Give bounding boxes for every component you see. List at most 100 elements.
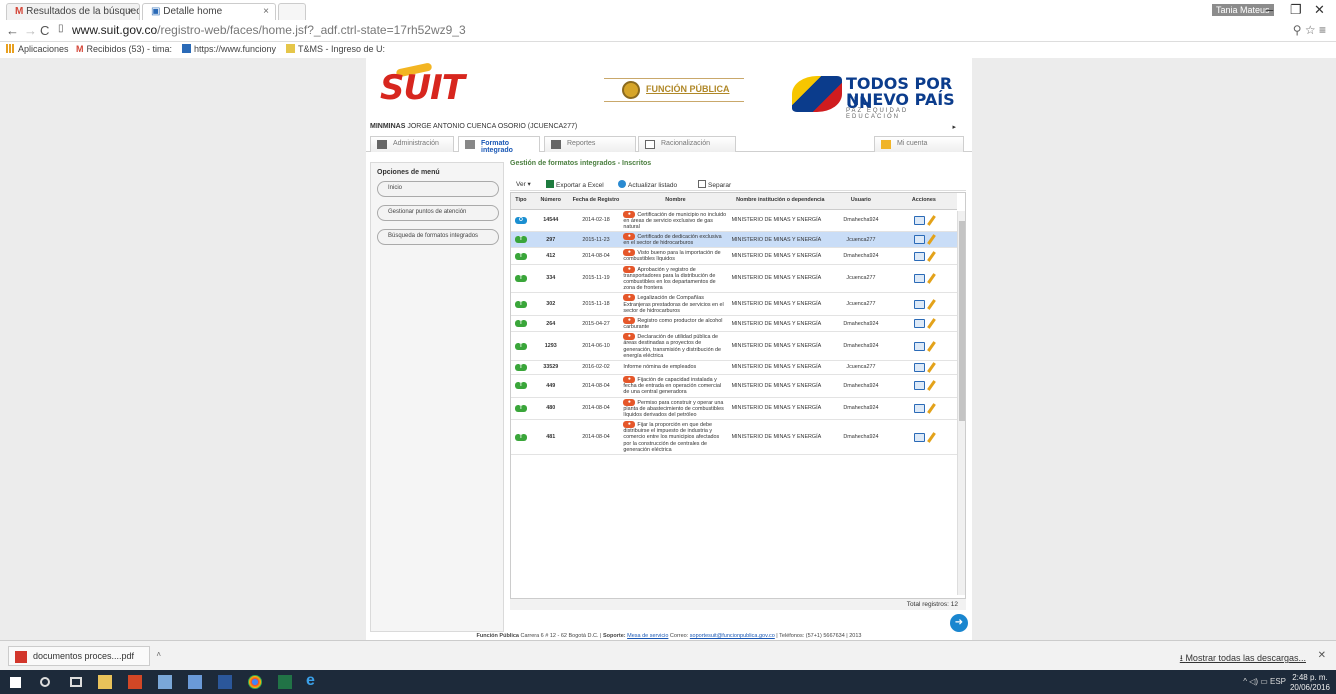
col-institucion[interactable]: Nombre institución o dependencia (729, 193, 832, 210)
tab-mi-cuenta[interactable]: Mi cuenta (874, 136, 964, 152)
view-form-icon[interactable] (914, 432, 926, 442)
word-icon[interactable] (218, 675, 232, 689)
app-icon[interactable] (158, 675, 172, 689)
col-fecha[interactable]: Fecha de Registro (570, 193, 622, 210)
view-form-icon[interactable] (914, 299, 926, 309)
col-numero[interactable]: Número (530, 193, 571, 210)
search-icon[interactable] (40, 677, 50, 687)
detach-button[interactable]: Separar (698, 180, 731, 189)
forward-icon[interactable]: → (24, 23, 37, 38)
profile-name[interactable]: Tania Mateus (1212, 4, 1274, 16)
bookmark-apps[interactable]: Aplicaciones (6, 44, 69, 54)
chevron-up-icon[interactable]: ˄ (156, 650, 161, 659)
new-tab-button[interactable] (278, 3, 306, 20)
tab-administracion[interactable]: Administración (370, 136, 454, 152)
close-downloads-icon[interactable]: ✕ (1318, 650, 1326, 661)
task-view-icon[interactable] (70, 677, 82, 687)
edit-pencil-icon[interactable] (927, 214, 937, 226)
suit-logo[interactable]: SUIT (380, 68, 465, 108)
table-row[interactable]: T 302 2015-11-18 ● Legalización de Compañías… (511, 292, 957, 316)
bookmarks-bar: Aplicaciones M Recibidos (53) - tima: htt… (0, 42, 1336, 58)
zoom-star-menu-icons[interactable]: ⚲ ☆ ≡ (1293, 23, 1326, 37)
table-row[interactable]: T 1293 2014-06-10 ● Declaración de utilidad … (511, 331, 957, 362)
col-usuario[interactable]: Usuario (831, 193, 891, 210)
tab-reportes[interactable]: Reportes (544, 136, 636, 152)
col-nombre[interactable]: Nombre (621, 193, 730, 210)
menu-gestionar-puntos-button[interactable]: Gestionar puntos de atención (377, 205, 499, 221)
funcion-publica-logo[interactable]: FUNCIÓN PÚBLICA (604, 78, 744, 102)
menu-busqueda-formatos-button[interactable]: Búsqueda de formatos integrados (377, 229, 499, 245)
tab-racionalizacion[interactable]: Racionalización (638, 136, 736, 152)
file-explorer-icon[interactable] (98, 675, 112, 689)
close-icon[interactable]: × (127, 6, 133, 17)
browser-tab-search-results[interactable]: M Resultados de la búsqued × (6, 3, 140, 20)
download-item[interactable]: documentos proces....pdf ˄ (8, 646, 161, 666)
cell-acciones (890, 209, 957, 233)
support-link[interactable]: Mesa de servicio (627, 633, 668, 639)
table-scrollbar[interactable] (957, 211, 965, 595)
excel-icon[interactable] (278, 675, 292, 689)
view-form-icon[interactable] (914, 363, 926, 373)
view-menu[interactable]: Ver ▾ (516, 180, 531, 188)
email-link[interactable]: soportesuit@funcionpublica.gov.co (690, 633, 775, 639)
view-form-icon[interactable] (914, 235, 926, 245)
view-form-icon[interactable] (914, 251, 926, 261)
clock[interactable]: 2:48 p. m. 20/06/2016 (1290, 673, 1330, 692)
nombre-text: Aprobación y registro de transportadores… (623, 266, 716, 292)
table-row[interactable]: T 264 2015-04-27 ● Registro como productor d… (511, 315, 957, 333)
tab-formato-integrado[interactable]: Formato integrado (458, 136, 540, 154)
user-expand-arrow[interactable]: ▸ (952, 123, 956, 131)
view-form-icon[interactable] (914, 319, 926, 329)
table-row[interactable]: T 480 2014-08-04 ● Permiso para construir y … (511, 397, 957, 421)
table-row[interactable]: T 481 2014-08-04 ● Fijar la proporción en qu… (511, 419, 957, 456)
edit-pencil-icon[interactable] (927, 318, 937, 329)
bookmark-funcion[interactable]: https://www.funciony (182, 44, 276, 54)
internet-explorer-icon[interactable]: e (306, 672, 320, 689)
table-row[interactable]: O 14544 2014-02-18 ● Certificación de munici… (511, 209, 957, 233)
reload-icon[interactable]: C (40, 23, 49, 38)
table-row[interactable]: T 297 2015-11-23 ● Certificado de dedicación… (511, 231, 957, 249)
powerpoint-icon[interactable] (128, 675, 142, 689)
edit-pencil-icon[interactable] (927, 380, 937, 392)
refresh-button[interactable]: Actualizar listado (618, 180, 677, 189)
table-row[interactable]: T 412 2014-08-04 ● Visto bueno para la impor… (511, 247, 957, 265)
bookmark-tms[interactable]: T&MS - Ingreso de U: (286, 44, 385, 54)
system-tray[interactable]: ^ ◁) ▭ ESP (1243, 677, 1286, 686)
minimize-icon[interactable]: – (1266, 2, 1273, 17)
windows-start-icon[interactable] (10, 677, 21, 688)
view-form-icon[interactable] (914, 274, 926, 284)
menu-inicio-button[interactable]: Inicio (377, 181, 499, 197)
view-form-icon[interactable] (914, 215, 926, 225)
edit-pencil-icon[interactable] (927, 250, 937, 262)
view-form-icon[interactable] (914, 381, 926, 391)
tab-label: Reportes (567, 140, 596, 147)
up-arrow-button[interactable]: ➜ (950, 614, 968, 632)
close-icon[interactable]: × (263, 6, 269, 17)
edit-pencil-icon[interactable] (927, 298, 937, 310)
url-field[interactable]: www.suit.gov.co/registro-web/faces/home.… (72, 23, 466, 37)
table-row[interactable]: T 33529 2016-02-02 Informe nómina de emplea… (511, 360, 957, 376)
edit-pencil-icon[interactable] (927, 362, 937, 373)
edit-pencil-icon[interactable] (927, 402, 937, 414)
view-form-icon[interactable] (914, 341, 926, 351)
app2-icon[interactable] (188, 675, 202, 689)
edit-pencil-icon[interactable] (927, 234, 937, 246)
col-acciones[interactable]: Acciones (890, 193, 957, 210)
export-excel-button[interactable]: Exportar a Excel (546, 180, 604, 189)
scrollbar-thumb[interactable] (959, 221, 965, 421)
table-row[interactable]: T 334 2015-11-19 ● Aprobación y registro de … (511, 264, 957, 294)
chrome-icon[interactable] (248, 675, 262, 689)
back-icon[interactable]: ← (6, 23, 19, 38)
show-all-downloads-link[interactable]: ⭳ Mostrar todas las descargas... (1180, 651, 1306, 667)
view-form-icon[interactable] (914, 403, 926, 413)
edit-pencil-icon[interactable] (927, 340, 937, 352)
col-tipo[interactable]: Tipo (511, 193, 531, 210)
window-close-icon[interactable]: ✕ (1314, 2, 1325, 18)
bookmark-gmail[interactable]: M Recibidos (53) - tima: (76, 44, 172, 54)
edit-pencil-icon[interactable] (927, 273, 937, 284)
language-indicator[interactable]: ESP (1270, 677, 1286, 686)
browser-tab-detalle-home[interactable]: ▣ Detalle home × (142, 3, 276, 20)
table-row[interactable]: T 449 2014-08-04 ● Fijación de capacidad ins… (511, 374, 957, 398)
maximize-icon[interactable]: ❐ (1290, 2, 1302, 18)
edit-pencil-icon[interactable] (927, 431, 937, 443)
